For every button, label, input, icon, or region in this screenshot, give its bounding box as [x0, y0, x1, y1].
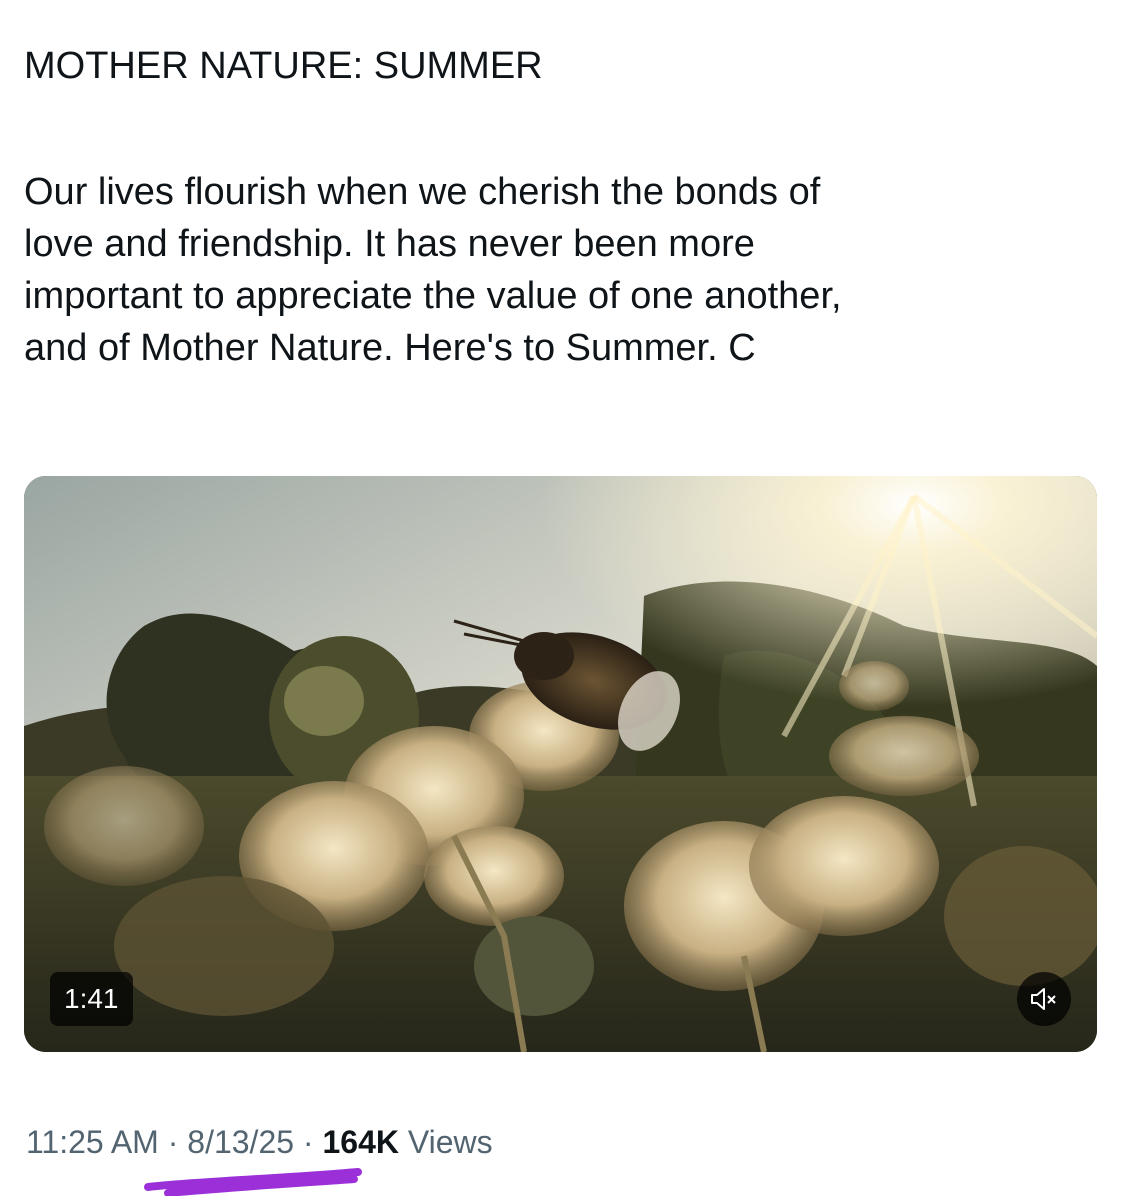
views-label: Views — [407, 1124, 493, 1160]
video-player[interactable]: 1:41 — [24, 476, 1097, 1052]
tweet-time: 11:25 AM — [26, 1124, 159, 1160]
speaker-muted-icon — [1031, 988, 1056, 1010]
tweet-text-line: Our lives flourish when we cherish the b… — [24, 171, 821, 213]
tweet-text-line: important to appreciate the value of one… — [24, 275, 842, 317]
tweet-date-link[interactable]: 8/13/25 — [187, 1124, 294, 1160]
video-frame — [24, 476, 1097, 1052]
meta-separator: · — [302, 1124, 314, 1160]
video-duration-badge: 1:41 — [50, 972, 133, 1026]
tweet-text: Our lives flourish when we cherish the b… — [24, 166, 1099, 374]
tweet-meta: 11:25 AM · 8/13/25 · 164K Views — [26, 1120, 493, 1164]
views-count: 164K — [322, 1124, 399, 1160]
tweet-text-line: and of Mother Nature. Here's to Summer. … — [24, 327, 756, 369]
unmute-button[interactable] — [1017, 972, 1071, 1026]
tweet-title: MOTHER NATURE: SUMMER — [24, 45, 543, 87]
meta-separator: · — [167, 1124, 179, 1160]
highlight-underline — [144, 1168, 362, 1196]
tweet-text-line: love and friendship. It has never been m… — [24, 223, 755, 265]
